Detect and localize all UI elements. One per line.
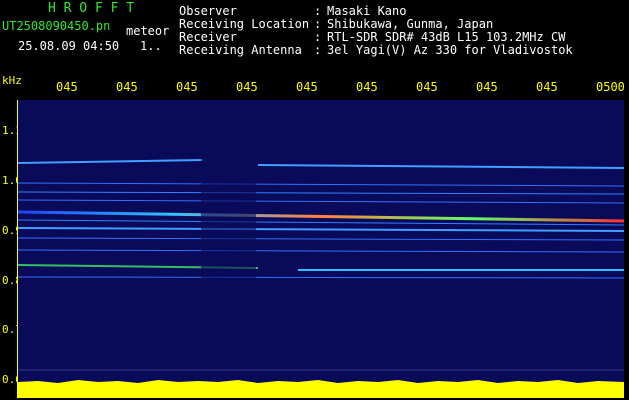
info-values: Masaki Kano Shibukawa, Gunma, Japan RTL-… <box>327 5 573 57</box>
x-tick-label: 045 <box>116 80 138 94</box>
x-tick-label: 045 <box>176 80 198 94</box>
app-title: H R O F F T <box>48 1 135 16</box>
x-tick-label: 045 <box>356 80 378 94</box>
frame-marker: 1.. <box>140 39 162 53</box>
x-tick-label: 045 <box>296 80 318 94</box>
x-tick-label: 045 <box>476 80 498 94</box>
antenna-label: Receiving Antenna <box>179 43 302 57</box>
y-axis-unit: kHz <box>2 74 22 87</box>
info-labels: Observer Receiving Location Receiver Rec… <box>179 5 309 57</box>
x-tick-label: 045 <box>56 80 78 94</box>
x-tick-label: 045 <box>236 80 258 94</box>
meteor-gap <box>201 155 256 285</box>
event-tag: meteor <box>126 24 170 38</box>
filename-label: UT2508090450.pn <box>2 19 111 33</box>
waterfall-background <box>18 100 624 398</box>
info-separators: : : : : <box>314 5 321 57</box>
x-tick-label: 045 <box>416 80 438 94</box>
separator: : <box>314 43 322 57</box>
spectrogram-waterfall <box>18 100 624 398</box>
x-tick-label: 045 <box>536 80 558 94</box>
antenna-value: 3el Yagi(V) Az 330 for Vladivostok <box>327 43 573 57</box>
signal-level-trace <box>18 380 624 398</box>
x-tick-label: 0500 <box>596 80 625 94</box>
datetime-label: 25.08.09 04:50 <box>18 39 120 53</box>
